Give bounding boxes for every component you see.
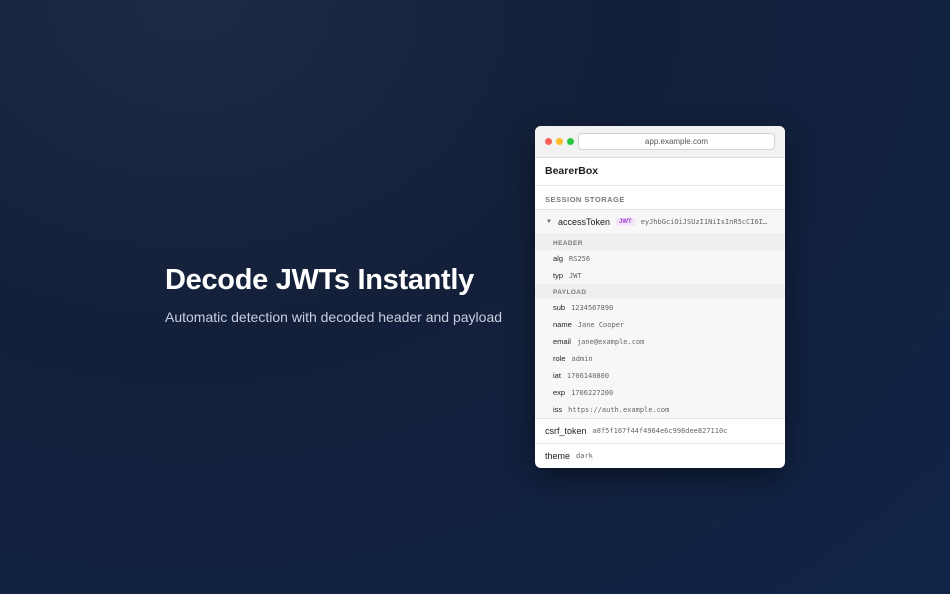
claim-row: iss https://auth.example.com [535, 401, 785, 418]
hero-subtitle: Automatic detection with decoded header … [165, 309, 503, 325]
claim-key: iss [553, 405, 563, 414]
browser-window: app.example.com BearerBox SESSION STORAG… [535, 126, 785, 468]
claim-value: JWT [569, 271, 582, 280]
claim-value: admin [571, 354, 593, 363]
window-titlebar: app.example.com [535, 126, 785, 158]
storage-item-csrf-token[interactable]: csrf_token a8f5f167f44f4964e6c998dee8271… [535, 418, 785, 443]
claim-value: RS256 [569, 254, 591, 263]
claim-key: typ [553, 271, 564, 280]
claim-key: alg [553, 254, 564, 263]
storage-item-accesstoken[interactable]: ▼ accessToken JWT eyJhbGciOiJSUzI1NiIsIn… [535, 210, 785, 235]
item-value: a8f5f167f44f4964e6c998dee827110c [592, 427, 728, 435]
claim-row: typ JWT [535, 267, 785, 284]
claim-row: alg RS256 [535, 250, 785, 267]
hero-title: Decode JWTs Instantly [165, 264, 475, 296]
item-value: eyJhbGciOiJSUzI1NiIsInR5cCI6I… [640, 218, 768, 226]
chevron-down-icon[interactable]: ▼ [546, 219, 552, 225]
address-bar[interactable]: app.example.com [578, 133, 775, 150]
claim-key: iat [553, 371, 561, 380]
claim-value: 1234567890 [571, 303, 614, 312]
claim-row: sub 1234567890 [535, 299, 785, 316]
item-key: accessToken [557, 217, 610, 227]
claim-key: email [553, 337, 571, 346]
claim-row: role admin [535, 350, 785, 367]
decoded-jwt-panel: HEADER alg RS256 typ JWT PAYLOAD sub 123… [535, 235, 785, 418]
claim-value: Jane Cooper [577, 320, 625, 329]
claim-key: sub [553, 303, 566, 312]
minimize-window-button[interactable] [556, 138, 563, 145]
claim-value: https://auth.example.com [568, 405, 670, 414]
claim-row: email jane@example.com [535, 333, 785, 350]
claim-value: jane@example.com [576, 337, 645, 346]
claim-value: 1706227200 [571, 388, 614, 397]
zoom-window-button[interactable] [567, 138, 574, 145]
item-value: dark [576, 452, 593, 460]
payload-group-label: PAYLOAD [535, 284, 785, 299]
header-group-label: HEADER [535, 235, 785, 250]
claim-key: exp [553, 388, 566, 397]
claim-row: iat 1706140800 [535, 367, 785, 384]
claim-row: name Jane Cooper [535, 316, 785, 333]
claim-value: 1706140800 [566, 371, 610, 380]
close-window-button[interactable] [545, 138, 552, 145]
jwt-badge: JWT [615, 218, 635, 226]
claim-key: role [553, 354, 566, 363]
claim-row: exp 1706227200 [535, 384, 785, 401]
item-key: csrf_token [545, 426, 587, 436]
extension-title: BearerBox [535, 158, 785, 186]
hero: Decode JWTs Instantly Automatic detectio… [165, 264, 502, 325]
storage-item-theme[interactable]: theme dark [535, 443, 785, 468]
claim-key: name [553, 320, 572, 329]
item-key: theme [545, 451, 571, 461]
section-label-session-storage: SESSION STORAGE [535, 186, 785, 210]
